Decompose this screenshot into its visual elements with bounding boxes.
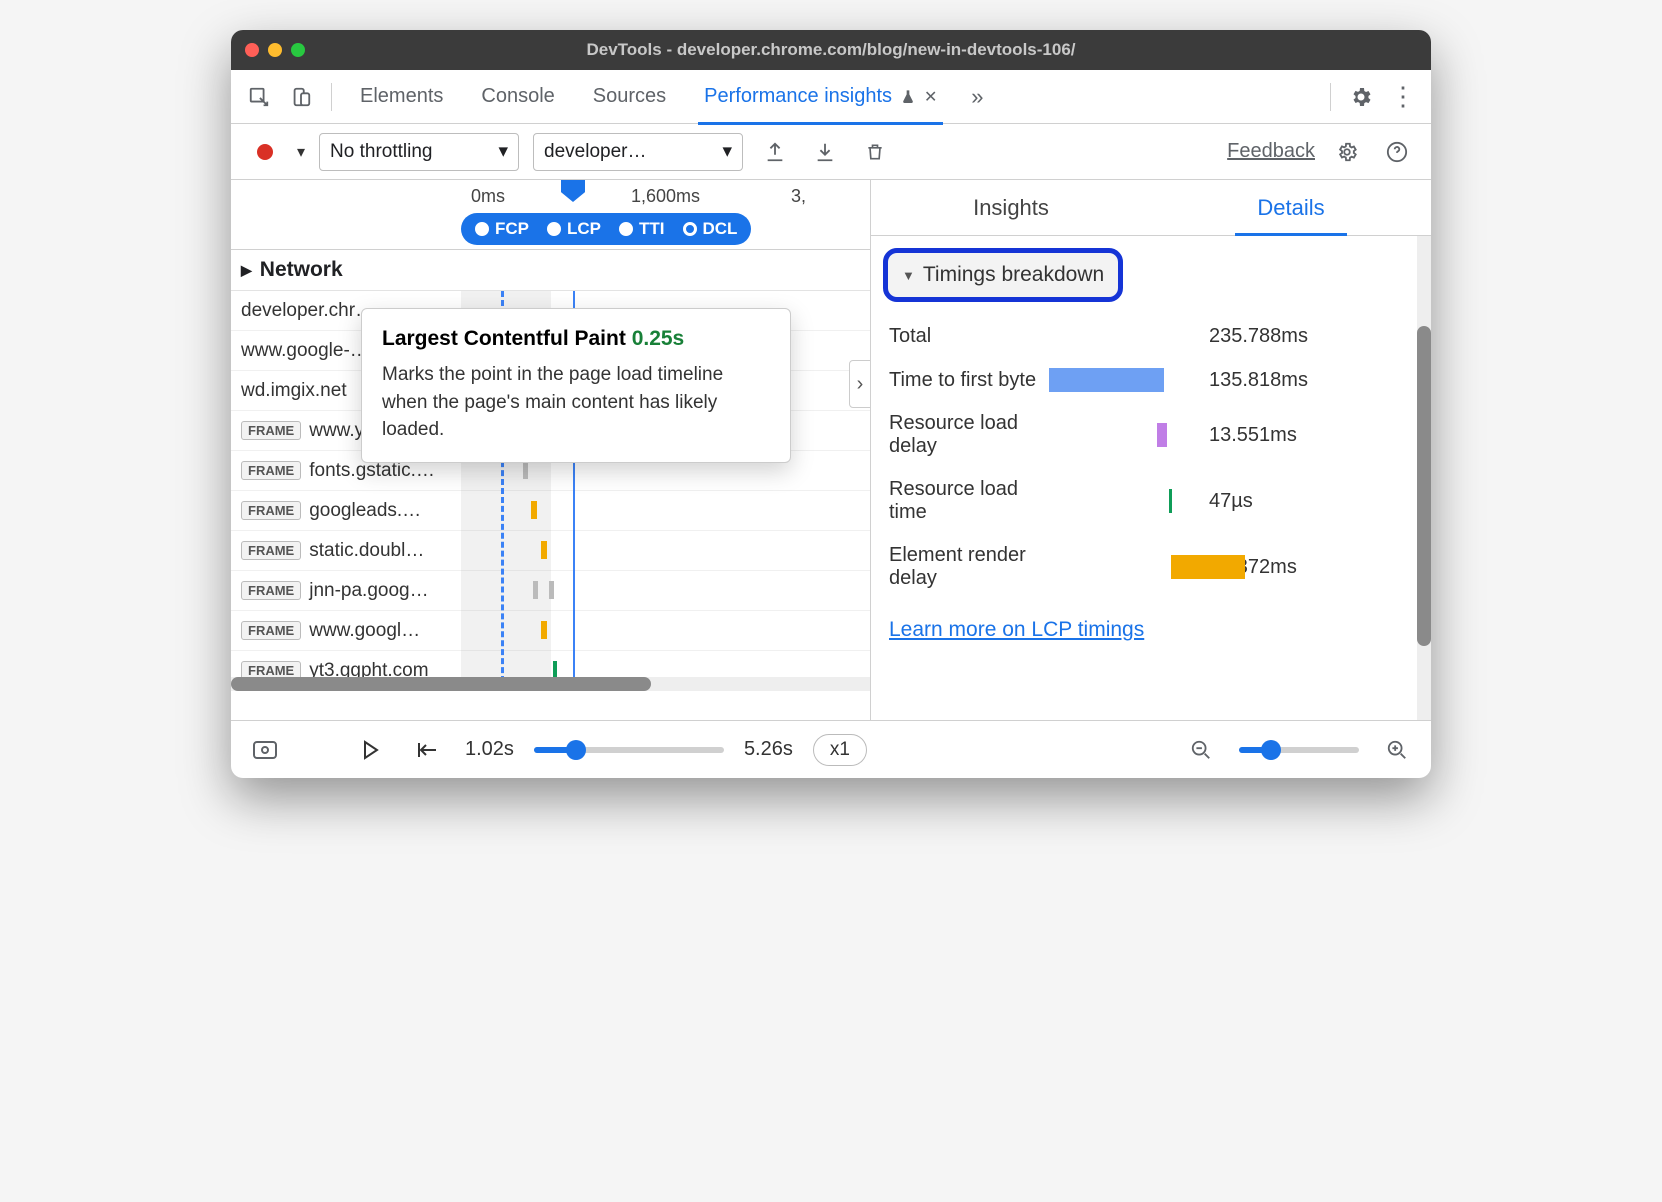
playback-speed[interactable]: x1 [813, 734, 867, 766]
maximize-window-button[interactable] [291, 43, 305, 57]
bar-load-time [1169, 489, 1172, 513]
device-toggle-icon[interactable] [283, 79, 319, 115]
timing-row-total: Total 235.788ms [871, 314, 1431, 358]
time-slider[interactable] [534, 747, 724, 753]
export-icon[interactable] [757, 134, 793, 170]
separator [1330, 83, 1331, 111]
details-tabs: Insights Details [871, 180, 1431, 236]
overflow-tabs-icon[interactable]: » [959, 79, 995, 115]
tti-pill[interactable]: TTI [613, 217, 671, 241]
tab-console[interactable]: Console [465, 70, 570, 124]
timing-pills: FCP LCP TTI DCL [461, 213, 751, 245]
bar-ttfb [1049, 368, 1164, 392]
chevron-right-icon: › [857, 373, 864, 396]
panel-tabbar: Elements Console Sources Performance ins… [231, 70, 1431, 124]
bar-load-delay [1157, 423, 1167, 447]
learn-more-link[interactable]: Learn more on LCP timings [889, 618, 1413, 642]
time-scrubber[interactable] [561, 180, 585, 202]
expand-sidebar-handle[interactable]: › [849, 360, 871, 408]
timings-breakdown-header[interactable]: ▼ Timings breakdown [883, 248, 1123, 302]
preview-toggle-icon[interactable] [247, 732, 283, 768]
caret-down-icon: ▾ [498, 140, 508, 163]
content-area: 0ms 1,600ms 3, FCP LCP TTI DCL ▶ Network [231, 180, 1431, 720]
details-pane: Insights Details ▼ Timings breakdown Tot… [871, 180, 1431, 720]
rewind-button[interactable] [409, 732, 445, 768]
ruler-tick: 1,600ms [631, 186, 700, 207]
lcp-tooltip: Largest Contentful Paint 0.25s Marks the… [361, 308, 791, 463]
tab-insights[interactable]: Insights [871, 180, 1151, 235]
horizontal-scrollbar[interactable] [231, 677, 870, 691]
tab-elements[interactable]: Elements [344, 70, 459, 124]
time-start: 1.02s [465, 738, 514, 761]
play-button[interactable] [353, 732, 389, 768]
inspect-element-icon[interactable] [241, 79, 277, 115]
caret-down-icon[interactable]: ▾ [297, 142, 305, 162]
playback-footer: 1.02s 5.26s x1 [231, 720, 1431, 778]
delete-icon[interactable] [857, 134, 893, 170]
feedback-link[interactable]: Feedback [1227, 140, 1315, 163]
timing-row-ttfb: Time to first byte 135.818ms [871, 358, 1431, 402]
tab-sources[interactable]: Sources [577, 70, 682, 124]
help-icon[interactable] [1379, 134, 1415, 170]
recording-toolbar: ▾ No throttling ▾ developer… ▾ Feedback [231, 124, 1431, 180]
tab-performance-insights[interactable]: Performance insights ✕ [688, 70, 953, 124]
kebab-menu-icon[interactable]: ⋮ [1385, 79, 1421, 115]
tooltip-body: Marks the point in the page load timelin… [382, 361, 770, 444]
close-tab-icon[interactable]: ✕ [924, 87, 937, 107]
dcl-pill[interactable]: DCL [677, 217, 744, 241]
tooltip-title: Largest Contentful Paint [382, 327, 626, 350]
timing-row-load-time: Resource load time 47µs [871, 468, 1431, 534]
flask-icon [900, 88, 916, 106]
timeline-pane: 0ms 1,600ms 3, FCP LCP TTI DCL ▶ Network [231, 180, 871, 720]
titlebar: DevTools - developer.chrome.com/blog/new… [231, 30, 1431, 70]
import-icon[interactable] [807, 134, 843, 170]
triangle-right-icon: ▶ [241, 262, 252, 279]
traffic-lights [245, 43, 305, 57]
ruler-tick: 3, [791, 186, 806, 207]
ruler-tick: 0ms [471, 186, 505, 207]
separator [331, 83, 332, 111]
panel-settings-icon[interactable] [1329, 134, 1365, 170]
throttling-dropdown[interactable]: No throttling ▾ [319, 133, 519, 171]
tooltip-time: 0.25s [632, 327, 685, 350]
settings-icon[interactable] [1343, 79, 1379, 115]
minimize-window-button[interactable] [268, 43, 282, 57]
close-window-button[interactable] [245, 43, 259, 57]
tab-details[interactable]: Details [1151, 180, 1431, 235]
lcp-pill[interactable]: LCP [541, 217, 607, 241]
caret-down-icon: ▼ [902, 268, 915, 283]
fcp-pill[interactable]: FCP [469, 217, 535, 241]
time-end: 5.26s [744, 738, 793, 761]
timing-row-load-delay: Resource load delay 13.551ms [871, 402, 1431, 468]
zoom-slider[interactable] [1239, 747, 1359, 753]
network-section-header[interactable]: ▶ Network [231, 250, 870, 291]
caret-down-icon: ▾ [722, 140, 732, 163]
time-ruler[interactable]: 0ms 1,600ms 3, FCP LCP TTI DCL [231, 180, 870, 250]
zoom-out-button[interactable] [1183, 732, 1219, 768]
window-title: DevTools - developer.chrome.com/blog/new… [231, 40, 1431, 60]
vertical-scrollbar[interactable] [1417, 236, 1431, 720]
devtools-window: DevTools - developer.chrome.com/blog/new… [231, 30, 1431, 778]
zoom-in-button[interactable] [1379, 732, 1415, 768]
timing-row-render-delay: Element render delay 86.372ms [871, 534, 1431, 600]
record-button[interactable] [247, 134, 283, 170]
origin-dropdown[interactable]: developer… ▾ [533, 133, 743, 171]
bar-render-delay [1171, 555, 1245, 579]
